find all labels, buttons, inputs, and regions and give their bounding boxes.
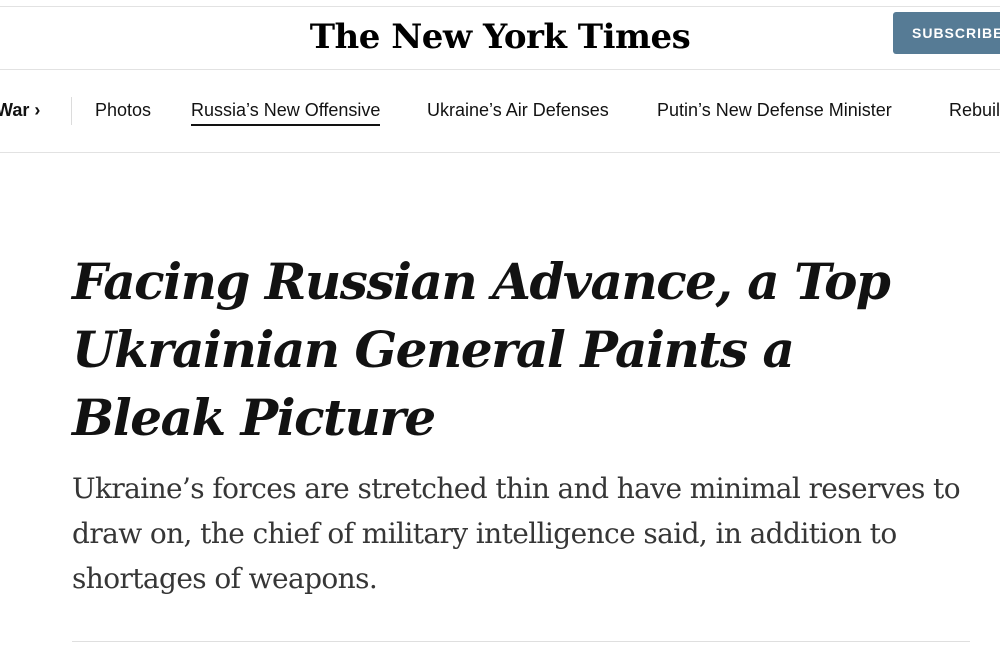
nyt-logo[interactable]: The New York Times xyxy=(0,17,1000,57)
nav-item-rebuilding[interactable]: Rebuilding xyxy=(949,100,1000,121)
article-headline: Facing Russian Advance, a Top Ukrainian … xyxy=(72,252,891,447)
section-nav: War › Photos Russia’s New Offensive Ukra… xyxy=(0,70,1000,152)
nav-item-ukraines-air-defenses[interactable]: Ukraine’s Air Defenses xyxy=(427,100,609,121)
masthead: The New York Times SUBSCRIBE xyxy=(0,7,1000,69)
nav-section-war[interactable]: War › xyxy=(0,100,40,121)
article-summary: Ukraine’s forces are stretched thin and … xyxy=(72,472,961,595)
nav-item-photos[interactable]: Photos xyxy=(95,100,151,121)
nav-separator xyxy=(71,97,72,125)
subscribe-button[interactable]: SUBSCRIBE xyxy=(893,12,1000,54)
content-divider xyxy=(72,641,970,642)
nav-divider xyxy=(0,152,1000,153)
nav-item-putins-new-defense-minister[interactable]: Putin’s New Defense Minister xyxy=(657,100,892,121)
nav-item-russias-new-offensive[interactable]: Russia’s New Offensive xyxy=(191,100,381,126)
